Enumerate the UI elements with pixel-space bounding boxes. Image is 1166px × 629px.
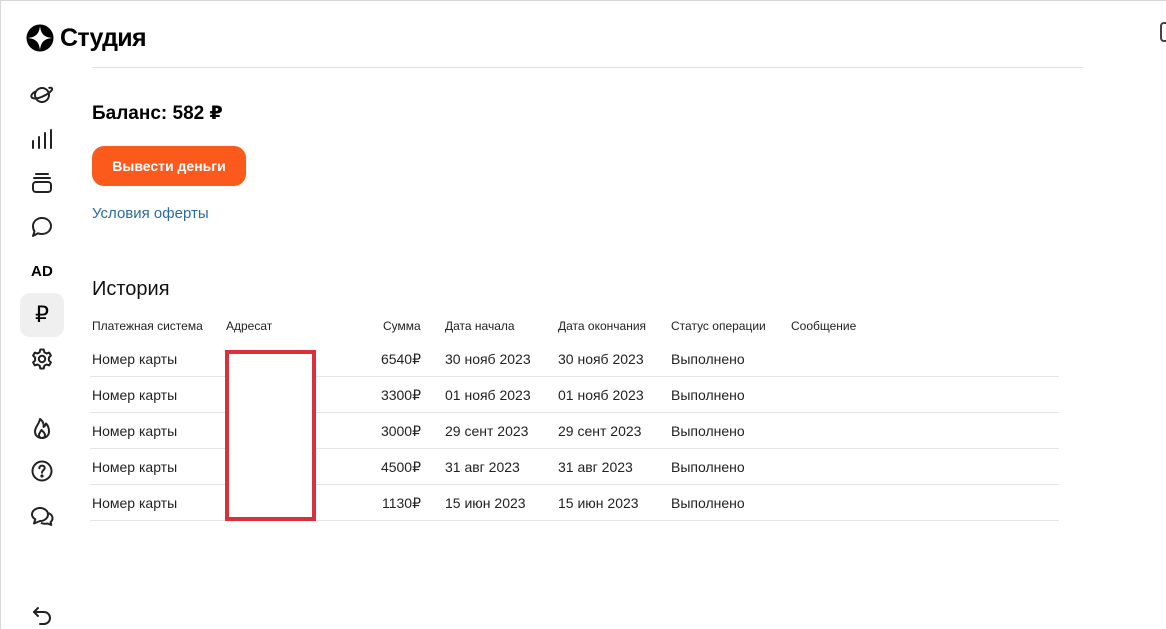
cell-system: Номер карты — [92, 423, 178, 439]
sidebar-item-trends[interactable] — [20, 406, 64, 450]
cell-status: Выполнено — [671, 387, 745, 403]
cell-end-date: 31 авг 2023 — [558, 459, 633, 475]
bar-chart-icon — [32, 129, 52, 149]
cell-start-date: 30 нояб 2023 — [445, 351, 531, 367]
sidebar: AD ₽ — [20, 0, 64, 629]
layers-icon — [32, 173, 52, 193]
cell-system: Номер карты — [92, 387, 178, 403]
sidebar-item-feedback[interactable] — [20, 494, 64, 538]
chats-icon — [31, 507, 54, 526]
column-header-start-date: Дата начала — [445, 319, 515, 333]
sidebar-item-stats[interactable] — [20, 117, 64, 161]
sidebar-item-ads[interactable]: AD — [20, 249, 64, 293]
sidebar-item-comments[interactable] — [20, 205, 64, 249]
cell-end-date: 01 нояб 2023 — [558, 387, 644, 403]
planet-icon — [30, 86, 54, 103]
history-title: История — [92, 278, 170, 300]
cell-status: Выполнено — [671, 423, 745, 439]
help-icon — [31, 460, 53, 482]
cell-system: Номер карты — [92, 351, 178, 367]
ad-icon: AD — [30, 262, 54, 280]
flame-icon — [34, 418, 50, 439]
redaction-box — [225, 350, 316, 521]
cell-start-date: 29 сент 2023 — [445, 423, 529, 439]
cell-end-date: 29 сент 2023 — [558, 423, 642, 439]
table-header: Платежная система Адресат Сумма Дата нач… — [90, 313, 1059, 341]
cell-system: Номер карты — [92, 495, 178, 511]
column-header-end-date: Дата окончания — [558, 319, 647, 333]
gear-icon — [32, 348, 52, 370]
offer-terms-link[interactable]: Условия оферты — [92, 205, 209, 223]
chat-bubble-icon — [32, 217, 52, 237]
cell-amount: 6540₽ — [380, 351, 421, 367]
cell-end-date: 15 июн 2023 — [558, 495, 639, 511]
sidebar-item-content[interactable] — [20, 161, 64, 205]
column-header-recipient: Адресат — [226, 319, 273, 333]
column-header-amount: Сумма — [383, 319, 421, 333]
sidebar-item-monetization[interactable]: ₽ — [20, 293, 64, 337]
cell-start-date: 15 июн 2023 — [445, 495, 526, 511]
cell-start-date: 31 авг 2023 — [445, 459, 520, 475]
cell-amount: 1130₽ — [381, 495, 421, 511]
column-header-system: Платежная система — [92, 319, 203, 333]
back-arrow-icon — [33, 607, 51, 625]
logo-text: Студия — [60, 24, 147, 52]
cell-status: Выполнено — [671, 351, 745, 367]
cell-amount: 4500₽ — [380, 459, 421, 475]
cell-end-date: 30 нояб 2023 — [558, 351, 644, 367]
header-divider — [92, 67, 1083, 68]
column-header-status: Статус операции — [671, 319, 766, 333]
withdraw-button[interactable]: Вывести деньги — [92, 146, 246, 186]
sidebar-item-settings[interactable] — [20, 337, 64, 381]
cell-status: Выполнено — [671, 459, 745, 475]
sidebar-item-main[interactable] — [20, 73, 64, 117]
cell-amount: 3300₽ — [380, 387, 421, 403]
cell-start-date: 01 нояб 2023 — [445, 387, 531, 403]
panel-toggle-icon[interactable] — [1160, 22, 1166, 42]
column-header-message: Сообщение — [791, 319, 857, 333]
sidebar-item-help[interactable] — [20, 449, 64, 493]
sidebar-item-back[interactable] — [20, 594, 64, 629]
ruble-icon: ₽ — [35, 302, 49, 327]
cell-status: Выполнено — [671, 495, 745, 511]
cell-amount: 3000₽ — [380, 423, 421, 439]
cell-system: Номер карты — [92, 459, 178, 475]
balance-amount: Баланс: 582 ₽ — [92, 103, 223, 124]
